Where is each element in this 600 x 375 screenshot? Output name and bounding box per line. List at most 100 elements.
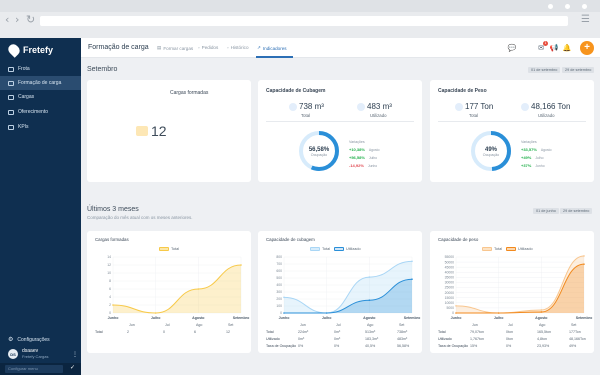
sidebar-item-label: Frota	[18, 66, 30, 72]
date-chip-end[interactable]: 29 de setembro	[562, 67, 595, 73]
sidebar-item-oferecimento[interactable]: Oferecimento	[0, 105, 81, 119]
main-content: Setembro 01 de setembro 29 de setembro C…	[81, 58, 600, 375]
y-tick-label: 600	[276, 269, 282, 273]
list-icon: ▤	[157, 45, 162, 50]
y-tick-label: 300	[276, 290, 282, 294]
document-icon: ▫	[198, 45, 200, 50]
sidebar: Fretefy Frota Formação de carga Cargas O…	[0, 38, 81, 375]
reload-icon[interactable]: ↻	[26, 14, 35, 25]
menu-config-input[interactable]: Configurar menu	[5, 365, 63, 373]
table-header: Jun	[300, 323, 306, 327]
table-cell: 0%	[506, 344, 512, 348]
tab-pedidos[interactable]: ▫ Pedidos	[198, 45, 218, 50]
user-company: Fretefy Cargas	[22, 354, 49, 359]
table-cell: 48,166Ton	[569, 337, 586, 341]
tab-indicadores[interactable]: ↗ Indicadores	[257, 45, 287, 51]
data-point	[154, 312, 157, 314]
table-cell: 177Ton	[569, 330, 581, 334]
bell-icon[interactable]: 🔔	[561, 42, 573, 54]
x-tick-label: Julho	[151, 316, 161, 320]
y-tick-label: 800	[276, 255, 282, 259]
variation-month: Agosto	[368, 148, 380, 152]
page-title: Formação de carga	[88, 44, 149, 51]
table-cell: 0ton	[506, 337, 513, 341]
data-point	[540, 311, 543, 313]
cube-icon	[289, 103, 297, 111]
tab-formar-cargas[interactable]: ▤ Formar cargas	[157, 45, 193, 51]
chart-data-table: Jun Jul Ago Set Total 224m³ 0m³ 513m³ 738m³ Utili…	[258, 323, 422, 351]
cubagem-total-value: 738 m³	[299, 102, 324, 111]
y-tick-label: 700	[276, 262, 282, 266]
date-chip-start[interactable]: 01 de junho	[533, 208, 559, 214]
chat-icon[interactable]: 💬	[506, 42, 518, 54]
x-tick-label: Agosto	[535, 316, 548, 320]
card-title: Capacidade de Cubagem	[266, 88, 326, 94]
boxes-icon	[8, 80, 14, 86]
check-icon[interactable]: ✓	[70, 364, 75, 371]
y-tick-label: 25000	[445, 286, 455, 290]
data-point	[197, 288, 200, 290]
table-cell: 4,8ton	[537, 337, 547, 341]
user-profile[interactable]: DS dsaaev Fretefy Cargas ⋮	[8, 349, 78, 359]
window-dot-icon[interactable]	[548, 4, 553, 9]
x-tick-label: Setembro	[404, 316, 421, 320]
table-header: Ago	[196, 323, 203, 327]
table-cell: 483m³	[397, 337, 408, 341]
sidebar-item-cargas[interactable]: Cargas	[0, 90, 81, 104]
peso-used-value: 48,166 Ton	[531, 102, 571, 111]
variation-row: +10,38% Agosto	[349, 147, 379, 152]
table-row-label: Taxa de Ocupação	[438, 344, 468, 348]
chart-card-peso: Capacidade de peso Total Utilizado 0 5000…	[430, 231, 594, 353]
cargo-box-icon	[136, 126, 148, 136]
cubagem-total-label: Total	[301, 113, 311, 118]
window-dot-icon[interactable]	[565, 4, 570, 9]
address-bar[interactable]	[40, 16, 568, 26]
gear-icon: ⚙	[8, 336, 14, 343]
y-tick-label: 10	[107, 271, 111, 275]
messages-icon[interactable]: ✉ 1	[535, 41, 548, 54]
sidebar-item-formacao-de-carga[interactable]: Formação de carga	[0, 76, 81, 90]
truck-icon	[8, 66, 14, 72]
date-chip-end[interactable]: 29 de setembro	[560, 208, 593, 214]
megaphone-icon[interactable]: 📢	[548, 42, 560, 54]
x-tick-label: Junho	[451, 316, 463, 320]
tab-historico[interactable]: ▫ Histórico	[227, 45, 249, 50]
variation-row: -14,92% Junho	[349, 163, 377, 168]
table-row-label: Taxa de Ocupação	[266, 344, 296, 348]
more-vertical-icon[interactable]: ⋮	[72, 351, 78, 358]
forward-icon[interactable]: ›	[15, 14, 19, 25]
chart-cubagem-svg: 0 100 200 300 400 500 600 700 800 Junho Julho Agost…	[276, 255, 421, 320]
table-cell: 0%	[298, 344, 304, 348]
cubagem-used-label: Utilizado	[370, 113, 387, 118]
logo[interactable]: Fretefy	[6, 42, 53, 58]
peso-total-value: 177 Ton	[465, 102, 494, 111]
box-icon	[8, 94, 14, 100]
sidebar-item-frota[interactable]: Frota	[0, 62, 81, 76]
table-cell: 738m³	[397, 330, 408, 334]
window-dot-icon[interactable]	[582, 4, 587, 9]
y-tick-label: 35000	[445, 276, 455, 280]
variation-value: +33,57%	[521, 147, 537, 152]
settings-link[interactable]: ⚙ Configurações	[8, 336, 50, 343]
tab-label: Histórico	[230, 45, 249, 50]
y-tick-label: 0	[280, 311, 282, 315]
data-point	[411, 278, 413, 280]
date-chip-start[interactable]: 01 de setembro	[528, 67, 561, 73]
history-icon: ▫	[227, 45, 229, 50]
variation-row: +37% Junho	[521, 163, 545, 168]
browser-menu-icon[interactable]: ☰	[581, 14, 590, 25]
table-header: Jun	[129, 323, 135, 327]
table-header: Ago	[367, 323, 374, 327]
variation-row: +56,58% Julho	[349, 155, 377, 160]
cubagem-donut: 56,58% Ocupação	[299, 131, 339, 171]
add-button[interactable]: +	[580, 41, 594, 55]
table-header: Jul	[336, 323, 341, 327]
back-icon[interactable]: ‹	[5, 14, 9, 25]
sidebar-item-label: KPIs	[18, 124, 29, 130]
table-cell: 12	[226, 330, 230, 334]
y-tick-label: 15000	[445, 296, 455, 300]
table-cell: 0	[163, 330, 165, 334]
browser-tabstrip	[0, 0, 600, 12]
sidebar-item-kpis[interactable]: KPIs	[0, 120, 81, 134]
top-bar: Formação de carga ▤ Formar cargas ▫ Pedido…	[81, 38, 600, 58]
